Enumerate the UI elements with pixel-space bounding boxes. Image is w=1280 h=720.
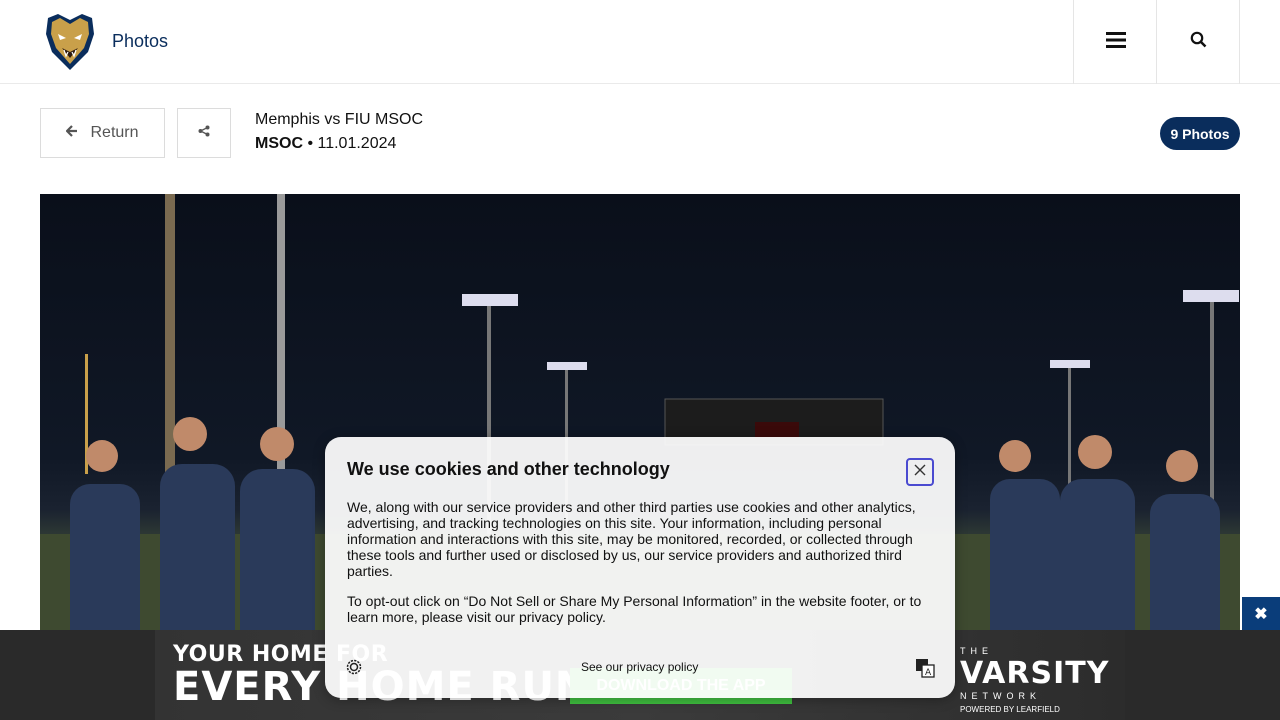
cookie-opt-out-text: To opt-out click on “Do Not Sell or Shar… bbox=[347, 593, 922, 625]
panther-logo[interactable] bbox=[42, 12, 98, 72]
privacy-policy-link[interactable]: See our privacy policy bbox=[581, 660, 698, 674]
cookie-close-button[interactable] bbox=[906, 458, 934, 486]
close-icon bbox=[914, 463, 926, 481]
gallery-date: 11.01.2024 bbox=[317, 135, 397, 152]
return-label: Return bbox=[90, 124, 139, 141]
gallery-sport: MSOC bbox=[255, 135, 303, 152]
hamburger-icon bbox=[1105, 31, 1126, 54]
menu-button[interactable] bbox=[1073, 0, 1157, 84]
search-button[interactable] bbox=[1156, 0, 1240, 84]
photo-count-badge: 9 Photos bbox=[1160, 117, 1240, 150]
share-button[interactable] bbox=[177, 108, 231, 158]
return-button[interactable]: Return bbox=[40, 108, 165, 158]
gallery-meta: MSOC • 11.01.2024 bbox=[255, 135, 396, 153]
cookie-description: We, along with our service providers and… bbox=[347, 499, 916, 579]
share-icon bbox=[198, 124, 210, 142]
ad-brand-network: NETWORK bbox=[960, 691, 1041, 701]
search-icon bbox=[1190, 31, 1207, 53]
ad-brand-prefix: THE bbox=[960, 646, 993, 656]
ad-brand-name: VARSITY bbox=[960, 656, 1110, 691]
cookie-title: We use cookies and other technology bbox=[347, 459, 670, 479]
ad-brand: THE VARSITY NETWORK POWERED BY LEARFIELD bbox=[960, 646, 1109, 714]
ad-powered-by: POWERED BY LEARFIELD bbox=[960, 705, 1060, 714]
arrow-left-icon bbox=[65, 124, 78, 142]
ad-close-button[interactable]: ✖ bbox=[1242, 597, 1280, 630]
translate-icon[interactable]: A bbox=[915, 658, 935, 678]
cookie-consent-dialog: We use cookies and other technology We, … bbox=[325, 437, 955, 698]
meta-separator: • bbox=[303, 135, 318, 152]
section-title[interactable]: Photos bbox=[112, 31, 168, 52]
site-header: Photos bbox=[0, 0, 1280, 84]
settings-gear-icon[interactable] bbox=[345, 658, 363, 676]
svg-text:A: A bbox=[925, 668, 932, 678]
gallery-title: Memphis vs FIU MSOC bbox=[255, 111, 424, 128]
close-icon: ✖ bbox=[1254, 605, 1268, 623]
